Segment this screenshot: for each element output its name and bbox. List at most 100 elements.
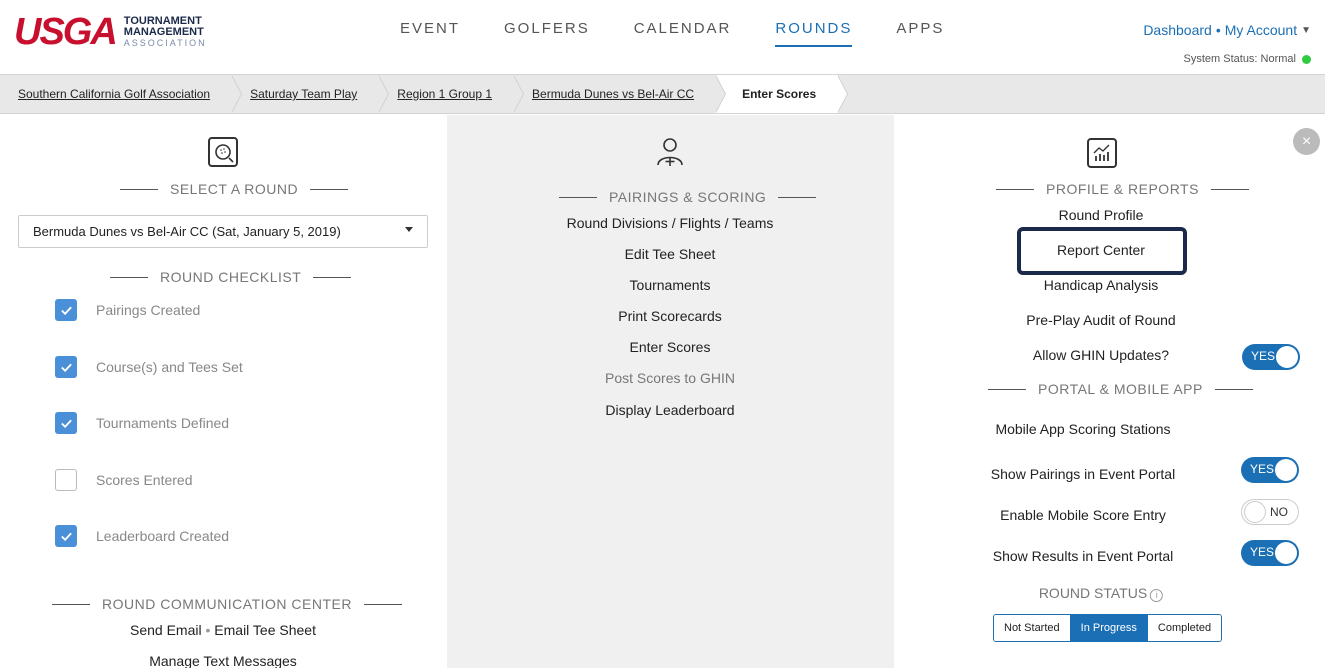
link-print-scorecards[interactable]: Print Scorecards: [618, 308, 721, 324]
nav-apps[interactable]: APPS: [896, 20, 944, 47]
caret-down-icon[interactable]: ▼: [1301, 25, 1311, 36]
pairings-scoring-title: PAIRINGS & SCORING: [547, 189, 828, 205]
logo-brand: USGA: [14, 11, 118, 53]
communication-center-title-text: ROUND COMMUNICATION CENTER: [102, 596, 352, 612]
account-menu: Dashboard • My Account ▼: [1143, 22, 1311, 38]
allow-ghin-toggle[interactable]: YES: [1242, 344, 1300, 370]
enable-mobile-toggle[interactable]: NO: [1241, 499, 1299, 525]
round-status-title-text: ROUND STATUS: [1038, 585, 1148, 601]
breadcrumb-group[interactable]: Region 1 Group 1: [379, 75, 524, 113]
status-not-started[interactable]: Not Started: [994, 615, 1071, 641]
profile-reports-title: PROFILE & REPORTS: [984, 181, 1261, 197]
email-separator: •: [205, 622, 211, 638]
round-select[interactable]: Bermuda Dunes vs Bel-Air CC (Sat, Januar…: [18, 215, 428, 248]
toggle-knob: [1244, 501, 1266, 523]
system-status: System Status: Normal: [1184, 53, 1311, 65]
checklist-item[interactable]: Pairings Created: [55, 299, 200, 321]
portal-mobile-title-text: PORTAL & MOBILE APP: [1038, 381, 1203, 397]
enable-mobile-label: Enable Mobile Score Entry: [1000, 507, 1166, 523]
toggle-knob: [1275, 459, 1297, 481]
toggle-yes-label: YES: [1250, 462, 1275, 476]
checkbox-checked[interactable]: [55, 525, 77, 547]
checkbox-checked[interactable]: [55, 412, 77, 434]
link-edit-tee-sheet[interactable]: Edit Tee Sheet: [625, 246, 716, 262]
usga-logo[interactable]: USGA TOURNAMENT MANAGEMENT ASSOCIATION: [14, 11, 207, 53]
allow-ghin-label: Allow GHIN Updates?: [1032, 347, 1170, 363]
checkbox-checked[interactable]: [55, 299, 77, 321]
toggle-knob: [1275, 542, 1297, 564]
checklist-label: Tournaments Defined: [96, 415, 230, 431]
breadcrumb-association[interactable]: Southern California Golf Association: [0, 75, 243, 113]
nav-calendar[interactable]: CALENDAR: [634, 20, 732, 47]
link-tournaments[interactable]: Tournaments: [630, 277, 711, 293]
system-status-text: System Status: Normal: [1183, 53, 1296, 65]
toggle-no-label: NO: [1270, 505, 1288, 519]
select-round-title-text: SELECT A ROUND: [170, 181, 299, 197]
toggle-yes-label: YES: [1251, 349, 1276, 363]
show-results-toggle[interactable]: YES: [1241, 540, 1299, 566]
logo-line1: TOURNAMENT: [123, 14, 202, 27]
link-post-scores-ghin[interactable]: Post Scores to GHIN: [605, 370, 735, 386]
checkbox-checked[interactable]: [55, 356, 77, 378]
checklist-label: Leaderboard Created: [96, 528, 230, 544]
breadcrumb-current: Enter Scores: [716, 75, 849, 113]
checklist-label: Pairings Created: [96, 302, 201, 318]
manage-text-link[interactable]: Manage Text Messages: [149, 653, 297, 668]
checklist-label: Scores Entered: [96, 472, 193, 488]
show-pairings-toggle[interactable]: YES: [1241, 457, 1299, 483]
my-account-link[interactable]: My Account: [1225, 22, 1297, 38]
middle-column: PAIRINGS & SCORING Round Divisions / Fli…: [447, 115, 894, 668]
profile-reports-title-text: PROFILE & REPORTS: [1046, 181, 1199, 197]
add-user-icon: [657, 138, 683, 166]
dashboard-link[interactable]: Dashboard: [1143, 22, 1212, 38]
top-header: USGA TOURNAMENT MANAGEMENT ASSOCIATION E…: [0, 0, 1325, 74]
account-separator: •: [1215, 22, 1221, 38]
logo-line2: MANAGEMENT: [123, 25, 204, 38]
breadcrumb-round[interactable]: Bermuda Dunes vs Bel-Air CC: [514, 75, 727, 113]
main-nav: EVENT GOLFERS CALENDAR ROUNDS APPS: [400, 20, 988, 47]
portal-mobile-title: PORTAL & MOBILE APP: [976, 381, 1265, 397]
select-caret-icon: [405, 227, 413, 232]
show-pairings-label: Show Pairings in Event Portal: [990, 466, 1176, 482]
nav-event[interactable]: EVENT: [400, 20, 460, 47]
handicap-analysis-link[interactable]: Handicap Analysis: [1044, 277, 1158, 293]
email-links: Send Email • Email Tee Sheet: [130, 622, 316, 638]
mobile-stations-link[interactable]: Mobile App Scoring Stations: [995, 421, 1170, 437]
pairings-scoring-title-text: PAIRINGS & SCORING: [609, 189, 767, 205]
checklist-item[interactable]: Course(s) and Tees Set: [55, 356, 243, 378]
send-email-link[interactable]: Send Email: [130, 622, 202, 638]
golf-ball-icon: [208, 137, 238, 167]
breadcrumb-event[interactable]: Saturday Team Play: [232, 75, 390, 113]
report-chart-icon: [1087, 138, 1117, 168]
breadcrumb: Southern California Golf Association Sat…: [0, 74, 1325, 114]
round-status-title: ROUND STATUS i: [1038, 585, 1164, 602]
pre-play-audit-link[interactable]: Pre-Play Audit of Round: [1026, 312, 1175, 328]
toggle-yes-label: YES: [1250, 545, 1275, 559]
right-column: × PROFILE & REPORTS Round Profile Report…: [894, 115, 1325, 668]
nav-rounds[interactable]: ROUNDS: [775, 20, 853, 47]
left-column: SELECT A ROUND Bermuda Dunes vs Bel-Air …: [0, 115, 447, 668]
close-icon[interactable]: ×: [1293, 128, 1320, 155]
status-in-progress[interactable]: In Progress: [1070, 615, 1148, 641]
status-completed[interactable]: Completed: [1147, 615, 1222, 641]
checklist-label: Course(s) and Tees Set: [96, 359, 243, 375]
checklist-item[interactable]: Tournaments Defined: [55, 412, 229, 434]
nav-golfers[interactable]: GOLFERS: [504, 20, 590, 47]
report-center-link[interactable]: Report Center: [1057, 242, 1145, 258]
logo-text: TOURNAMENT MANAGEMENT ASSOCIATION: [123, 14, 207, 49]
toggle-knob: [1276, 346, 1298, 368]
email-tee-sheet-link[interactable]: Email Tee Sheet: [214, 622, 316, 638]
round-checklist-title: ROUND CHECKLIST: [98, 269, 363, 285]
checkbox-unchecked[interactable]: [55, 469, 77, 491]
link-round-divisions[interactable]: Round Divisions / Flights / Teams: [567, 215, 774, 231]
info-icon[interactable]: i: [1150, 589, 1164, 602]
select-round-title: SELECT A ROUND: [108, 181, 360, 197]
link-enter-scores[interactable]: Enter Scores: [630, 339, 711, 355]
round-profile-link[interactable]: Round Profile: [1059, 207, 1144, 223]
communication-center-title: ROUND COMMUNICATION CENTER: [40, 596, 414, 612]
round-select-value: Bermuda Dunes vs Bel-Air CC (Sat, Januar…: [33, 224, 341, 239]
checklist-item[interactable]: Leaderboard Created: [55, 525, 229, 547]
round-status-selector: Not Started In Progress Completed: [993, 614, 1223, 642]
checklist-item[interactable]: Scores Entered: [55, 469, 193, 491]
link-display-leaderboard[interactable]: Display Leaderboard: [605, 402, 734, 418]
